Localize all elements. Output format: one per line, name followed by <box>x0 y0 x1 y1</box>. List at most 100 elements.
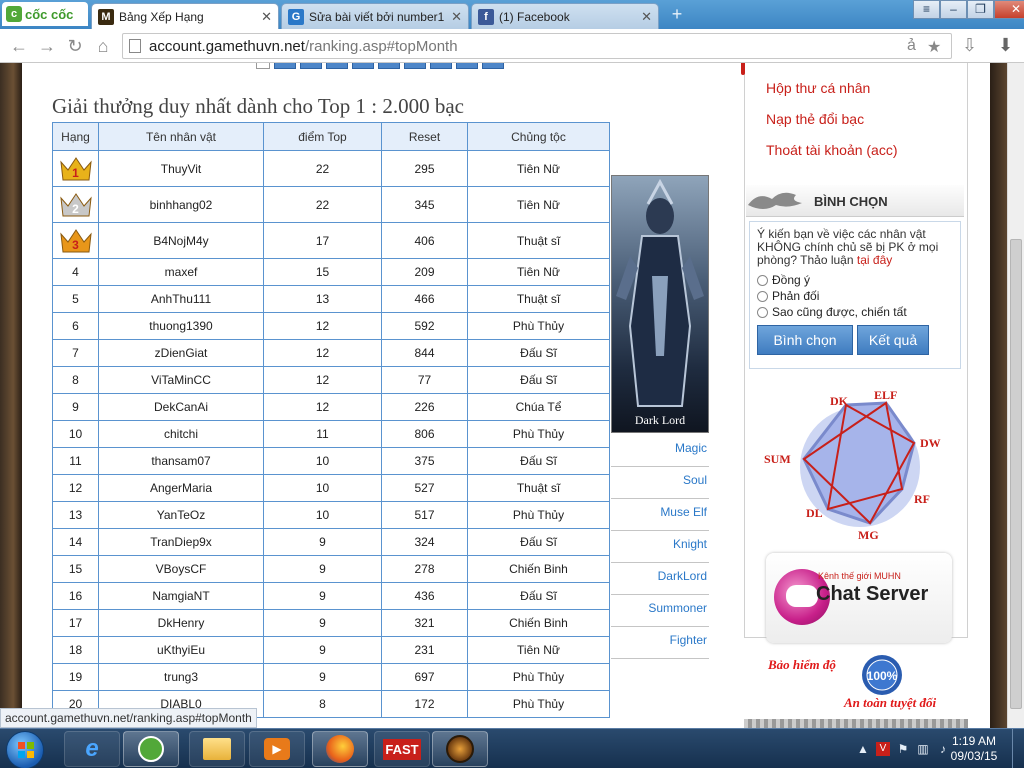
pagination-checkbox[interactable] <box>256 63 270 69</box>
page-button[interactable] <box>482 63 504 69</box>
restore-icon[interactable]: ❐ <box>967 0 994 19</box>
tab-bang-xep-hang[interactable]: M Bảng Xếp Hạng ✕ <box>91 3 279 29</box>
class-relationship-diagram[interactable]: DK ELF DW RF MG DL SUM <box>764 387 954 543</box>
class-link-magic[interactable]: Magic <box>611 435 709 467</box>
explorer-taskbar-button[interactable] <box>189 731 245 767</box>
character-name-cell[interactable]: YanTeOz <box>98 501 264 529</box>
vote-option-agree[interactable]: Đồng ý <box>757 273 953 287</box>
vote-discuss-link[interactable]: tại đây <box>857 253 892 267</box>
reset-cell: 436 <box>381 582 468 610</box>
character-name-cell[interactable]: NamgiaNT <box>98 582 264 610</box>
forward-icon[interactable]: → <box>36 35 58 57</box>
radio-icon[interactable] <box>757 306 768 318</box>
media-player-taskbar-button[interactable]: ▶ <box>249 731 305 767</box>
dark-lord-character-image[interactable]: Dark Lord <box>611 175 709 433</box>
show-hidden-icons[interactable]: ▲ <box>856 742 870 756</box>
browser-brand-button[interactable]: c cốc cốc <box>2 2 88 26</box>
vote-submit-button[interactable]: Bình chọn <box>757 325 853 355</box>
page-button[interactable] <box>404 63 426 69</box>
url-text[interactable]: account.gamethuvn.net/ranking.asp#topMon… <box>149 38 458 55</box>
menu-inbox-link[interactable]: Hộp thư cá nhân <box>744 73 968 104</box>
start-button[interactable] <box>6 731 44 768</box>
minimize-icon[interactable]: – <box>940 0 967 19</box>
page-button[interactable] <box>378 63 400 69</box>
chat-server-banner[interactable]: Kênh thế giới MUHN Chat Server <box>766 553 952 643</box>
race-cell: Đấu Sĩ <box>467 528 610 556</box>
fast-taskbar-button[interactable]: FAST <box>374 731 430 767</box>
radio-icon[interactable] <box>757 290 768 302</box>
character-name-cell[interactable]: ThuyVit <box>98 150 264 187</box>
character-name-cell[interactable]: DekCanAi <box>98 393 264 421</box>
close-tab-icon[interactable]: ✕ <box>641 9 652 25</box>
character-name-cell[interactable]: zDienGiat <box>98 339 264 367</box>
character-name-cell[interactable]: thansam07 <box>98 447 264 475</box>
page-button[interactable] <box>326 63 348 69</box>
menu-topup-link[interactable]: Nạp thẻ đổi bạc <box>744 104 968 135</box>
close-tab-icon[interactable]: ✕ <box>261 9 272 25</box>
class-link-muse-elf[interactable]: Muse Elf <box>611 499 709 531</box>
game-taskbar-button[interactable] <box>432 731 488 767</box>
rank-cell: 11 <box>52 447 99 475</box>
new-tab-button[interactable]: + <box>667 5 687 24</box>
tab-title: Bảng Xếp Hạng <box>119 9 204 24</box>
character-name-cell[interactable]: binhhang02 <box>98 186 264 223</box>
page-icon <box>129 39 141 53</box>
character-name-cell[interactable]: ViTaMinCC <box>98 366 264 394</box>
tab-facebook[interactable]: f (1) Facebook ✕ <box>471 3 659 29</box>
bookmark-star-icon[interactable]: ★ <box>927 37 941 57</box>
translate-icon[interactable]: ả <box>907 37 916 55</box>
page-button[interactable] <box>300 63 322 69</box>
character-name-cell[interactable]: chitchi <box>98 420 264 448</box>
rank-cell: 13 <box>52 501 99 529</box>
download-manager-icon[interactable]: ⇩ <box>962 35 977 56</box>
race-cell: Đấu Sĩ <box>467 582 610 610</box>
download-icon[interactable]: ⬇ <box>998 35 1013 56</box>
table-row: 9 DekCanAi 12 226 Chúa Tể <box>52 393 610 421</box>
coccoc-taskbar-button[interactable] <box>123 731 179 767</box>
class-link-soul[interactable]: Soul <box>611 467 709 499</box>
character-name-cell[interactable]: maxef <box>98 258 264 286</box>
address-bar[interactable]: account.gamethuvn.net/ranking.asp#topMon… <box>122 33 952 59</box>
vote-question: Ý kiến bạn về việc các nhân vật KHÔNG ch… <box>757 228 953 267</box>
class-link-summoner[interactable]: Summoner <box>611 595 709 627</box>
character-name-cell[interactable]: VBoysCF <box>98 555 264 583</box>
home-icon[interactable]: ⌂ <box>92 35 114 57</box>
page-scrollbar[interactable] <box>1007 63 1024 728</box>
character-name-cell[interactable]: B4NojM4y <box>98 222 264 259</box>
vote-result-button[interactable]: Kết quả <box>857 325 929 355</box>
page-button[interactable] <box>456 63 478 69</box>
close-tab-icon[interactable]: ✕ <box>451 9 462 25</box>
scrollbar-thumb[interactable] <box>1010 239 1022 709</box>
class-link-darklord[interactable]: DarkLord <box>611 563 709 595</box>
windows-logo-icon <box>18 742 34 758</box>
back-icon[interactable]: ← <box>8 35 30 57</box>
character-name-cell[interactable]: AngerMaria <box>98 474 264 502</box>
reload-icon[interactable]: ↻ <box>64 35 86 57</box>
character-name-cell[interactable]: DkHenry <box>98 609 264 637</box>
class-link-fighter[interactable]: Fighter <box>611 627 709 659</box>
character-name-cell[interactable]: thuong1390 <box>98 312 264 340</box>
security-badge[interactable]: Bảo hiểm độ 100% An toàn tuyệt đối <box>768 653 954 715</box>
tab-sua-bai-viet[interactable]: G Sửa bài viết bởi number1 | ✕ <box>281 3 469 29</box>
character-name-cell[interactable]: uKthyiEu <box>98 636 264 664</box>
page-button[interactable] <box>430 63 452 69</box>
menu-icon[interactable]: ≡ <box>913 0 940 19</box>
vote-option-disagree[interactable]: Phản đối <box>757 289 953 303</box>
page-button[interactable] <box>352 63 374 69</box>
vote-option-either[interactable]: Sao cũng được, chiến tất <box>757 305 953 319</box>
antivirus-tray-icon[interactable]: V <box>876 742 890 756</box>
action-center-icon[interactable]: ⚑ <box>896 742 910 756</box>
firefox-taskbar-button[interactable] <box>312 731 368 767</box>
internet-explorer-taskbar-button[interactable]: e <box>64 731 120 767</box>
class-link-knight[interactable]: Knight <box>611 531 709 563</box>
character-name-cell[interactable]: TranDiep9x <box>98 528 264 556</box>
show-desktop-button[interactable] <box>1012 729 1024 768</box>
radio-icon[interactable] <box>757 274 768 286</box>
character-name-cell[interactable]: trung3 <box>98 663 264 691</box>
network-icon[interactable]: ▥ <box>916 742 930 756</box>
close-window-icon[interactable]: ✕ <box>994 0 1024 19</box>
taskbar-clock[interactable]: 1:19 AM 09/03/15 <box>942 734 1006 764</box>
character-name-cell[interactable]: AnhThu111 <box>98 285 264 313</box>
menu-logout-link[interactable]: Thoát tài khoản (acc) <box>744 135 968 166</box>
page-button[interactable] <box>274 63 296 69</box>
